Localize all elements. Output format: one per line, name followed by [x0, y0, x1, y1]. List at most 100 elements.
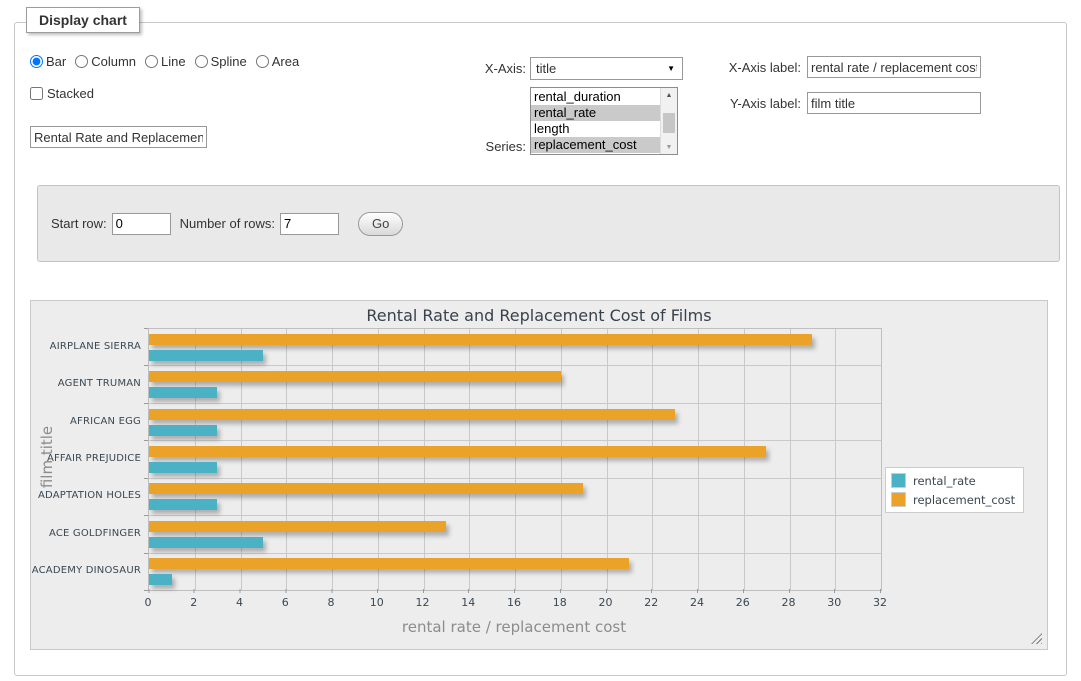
number-of-rows-input[interactable] — [280, 213, 339, 235]
x-tick-label: 32 — [873, 596, 887, 609]
chart-band — [149, 554, 881, 590]
x-axis-label-caption: X-Axis label: — [691, 60, 801, 75]
start-row-input[interactable] — [112, 213, 171, 235]
number-of-rows-label: Number of rows: — [180, 216, 275, 231]
x-tick-label: 14 — [461, 596, 475, 609]
legend-label: replacement_cost — [913, 493, 1015, 507]
x-axis-selected-value: title — [536, 61, 667, 76]
chart-title: Rental Rate and Replacement Cost of Film… — [31, 306, 1047, 325]
x-tick-label: 22 — [644, 596, 658, 609]
x-tick-label: 30 — [827, 596, 841, 609]
chart-band — [149, 441, 881, 478]
scrollbar-thumb[interactable] — [663, 113, 675, 133]
y-axis-label-input[interactable] — [807, 92, 981, 114]
category-label: ACE GOLDFINGER — [31, 514, 141, 551]
legend-label: rental_rate — [913, 474, 976, 488]
chart-bands — [149, 329, 881, 590]
chart-type-radio-bar[interactable] — [30, 55, 43, 68]
go-button[interactable]: Go — [358, 212, 403, 236]
chart-type-radio-line[interactable] — [145, 55, 158, 68]
x-tick-label: 2 — [190, 596, 197, 609]
category-label: AFRICAN EGG — [31, 403, 141, 440]
stacked-label: Stacked — [47, 86, 94, 101]
chart-band — [149, 404, 881, 441]
series-option-rental_duration[interactable]: rental_duration — [531, 89, 660, 105]
bar-rental_rate — [149, 425, 217, 436]
x-tick-label: 10 — [370, 596, 384, 609]
chart-type-radio-column[interactable] — [75, 55, 88, 68]
chart-type-option-line: Line — [145, 54, 186, 69]
chart-container: Rental Rate and Replacement Cost of Film… — [30, 300, 1048, 650]
x-tick-label: 26 — [736, 596, 750, 609]
bar-rental_rate — [149, 350, 263, 361]
chart-x-axis-ticks: 02468101214161820222426283032 — [148, 596, 880, 610]
series-options: rental_durationrental_ratelengthreplacem… — [531, 88, 660, 154]
category-label: AFFAIR PREJUDICE — [31, 440, 141, 477]
bar-replacement_cost — [149, 409, 675, 420]
stacked-checkbox[interactable] — [30, 87, 43, 100]
chart-type-radio-area[interactable] — [256, 55, 269, 68]
series-scrollbar[interactable]: ▲ ▼ — [660, 88, 677, 154]
chart-title-input[interactable] — [30, 126, 207, 148]
chart-type-label-column: Column — [91, 54, 136, 69]
bar-replacement_cost — [149, 446, 766, 457]
chart-type-label-area: Area — [272, 54, 299, 69]
bar-replacement_cost — [149, 483, 583, 494]
x-axis-select[interactable]: title ▼ — [530, 57, 683, 80]
x-tick-label: 28 — [782, 596, 796, 609]
chart-band — [149, 329, 881, 366]
series-option-rental_rate[interactable]: rental_rate — [531, 105, 660, 121]
series-listbox[interactable]: rental_durationrental_ratelengthreplacem… — [530, 87, 678, 155]
x-tick-label: 6 — [282, 596, 289, 609]
series-select-label: Series: — [416, 139, 526, 154]
stacked-row: Stacked — [30, 86, 94, 101]
fieldset-legend: Display chart — [26, 7, 140, 33]
chart-plot-area — [148, 328, 882, 591]
x-tick-label: 24 — [690, 596, 704, 609]
bar-replacement_cost — [149, 334, 812, 345]
legend-entry-rental_rate: rental_rate — [891, 473, 1015, 488]
display-chart-panel: BarColumnLineSplineArea Stacked X-Axis: … — [14, 22, 1067, 676]
category-label: ACADEMY DINOSAUR — [31, 552, 141, 589]
chart-x-axis-label: rental rate / replacement cost — [148, 618, 880, 636]
start-row-label: Start row: — [51, 216, 107, 231]
chart-type-radio-spline[interactable] — [195, 55, 208, 68]
category-label: ADAPTATION HOLES — [31, 477, 141, 514]
bar-rental_rate — [149, 462, 217, 473]
x-axis-select-label: X-Axis: — [416, 61, 526, 76]
series-option-length[interactable]: length — [531, 121, 660, 137]
legend-entry-replacement_cost: replacement_cost — [891, 492, 1015, 507]
chart-type-label-line: Line — [161, 54, 186, 69]
bar-replacement_cost — [149, 521, 446, 532]
category-label: AGENT TRUMAN — [31, 365, 141, 402]
chart-type-option-bar: Bar — [30, 54, 66, 69]
chart-type-label-spline: Spline — [211, 54, 247, 69]
x-tick-label: 8 — [328, 596, 335, 609]
bar-rental_rate — [149, 387, 217, 398]
bar-replacement_cost — [149, 558, 629, 569]
category-label: AIRPLANE SIERRA — [31, 328, 141, 365]
bar-rental_rate — [149, 537, 263, 548]
x-axis-label-input[interactable] — [807, 56, 981, 78]
chart-category-labels: AIRPLANE SIERRAAGENT TRUMANAFRICAN EGGAF… — [31, 328, 141, 589]
scroll-up-icon[interactable]: ▲ — [661, 88, 677, 102]
series-option-replacement_cost[interactable]: replacement_cost — [531, 137, 660, 153]
x-tick-label: 4 — [236, 596, 243, 609]
x-tick-label: 0 — [145, 596, 152, 609]
bar-rental_rate — [149, 574, 172, 585]
bar-replacement_cost — [149, 371, 561, 382]
chart-band — [149, 479, 881, 516]
y-axis-label-caption: Y-Axis label: — [691, 96, 801, 111]
bar-rental_rate — [149, 499, 217, 510]
chart-band — [149, 366, 881, 403]
chart-type-option-area: Area — [256, 54, 299, 69]
chart-legend: rental_rate replacement_cost — [885, 467, 1024, 513]
x-tick-label: 12 — [416, 596, 430, 609]
legend-swatch-rental_rate — [891, 473, 906, 488]
x-tick-label: 16 — [507, 596, 521, 609]
scroll-down-icon[interactable]: ▼ — [661, 140, 677, 154]
resize-grip-icon[interactable] — [1031, 633, 1042, 644]
rows-panel: Start row: Number of rows: Go — [37, 185, 1060, 262]
legend-swatch-replacement_cost — [891, 492, 906, 507]
chart-type-option-spline: Spline — [195, 54, 247, 69]
